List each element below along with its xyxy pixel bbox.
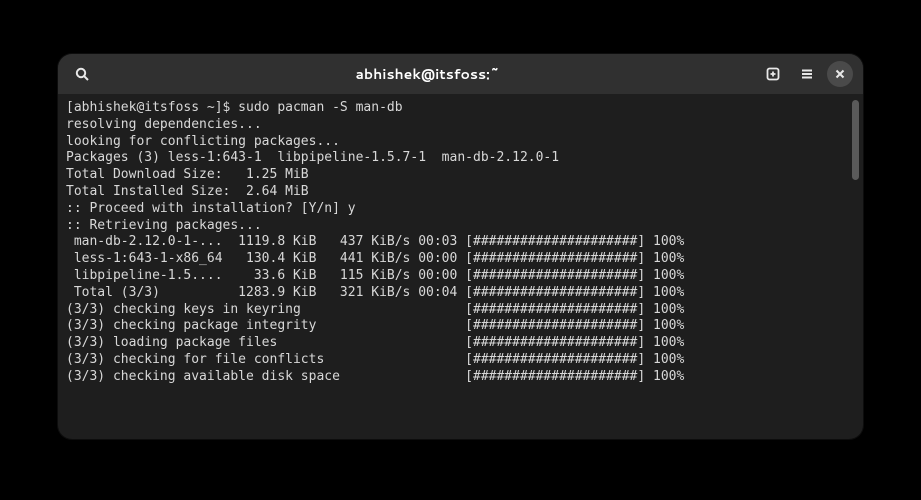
terminal-line: libpipeline-1.5.... 33.6 KiB 115 KiB/s 0… [66,268,844,285]
terminal-line: [abhishek@itsfoss ~]$ sudo pacman -S man… [66,100,844,117]
menu-button[interactable] [793,60,821,88]
terminal-line: looking for conflicting packages... [66,134,844,151]
search-icon [74,66,90,82]
hamburger-icon [799,66,815,82]
terminal-content: [abhishek@itsfoss ~]$ sudo pacman -S man… [58,100,852,429]
close-icon [834,68,846,80]
terminal-line: less-1:643-1-x86_64 130.4 KiB 441 KiB/s … [66,251,844,268]
terminal-line: man-db-2.12.0-1-... 1119.8 KiB 437 KiB/s… [66,234,844,251]
terminal-line: :: Retrieving packages... [66,218,844,235]
new-tab-button[interactable] [759,60,787,88]
scrollbar-thumb[interactable] [852,100,859,180]
titlebar: abhishek@itsfoss:~ [58,54,863,94]
terminal-line: :: Proceed with installation? [Y/n] y [66,201,844,218]
terminal-line: resolving dependencies... [66,117,844,134]
terminal-line: Total (3/3) 1283.9 KiB 321 KiB/s 00:04 [… [66,285,844,302]
terminal-window: abhishek@itsfoss:~ [abhishek@itsfo [58,54,863,439]
terminal-body[interactable]: [abhishek@itsfoss ~]$ sudo pacman -S man… [58,94,863,439]
terminal-line: (3/3) checking keys in keyring [########… [66,302,844,319]
terminal-line: (3/3) checking for file conflicts [#####… [66,352,844,369]
close-button[interactable] [827,61,853,87]
terminal-line: Total Installed Size: 2.64 MiB [66,184,844,201]
search-button[interactable] [68,60,96,88]
terminal-line: (3/3) checking package integrity [######… [66,318,844,335]
terminal-line: (3/3) checking available disk space [###… [66,369,844,386]
terminal-line: (3/3) loading package files [###########… [66,335,844,352]
window-title: abhishek@itsfoss:~ [356,64,500,84]
terminal-line: Total Download Size: 1.25 MiB [66,167,844,184]
terminal-line: Packages (3) less-1:643-1 libpipeline-1.… [66,150,844,167]
new-tab-icon [765,66,781,82]
